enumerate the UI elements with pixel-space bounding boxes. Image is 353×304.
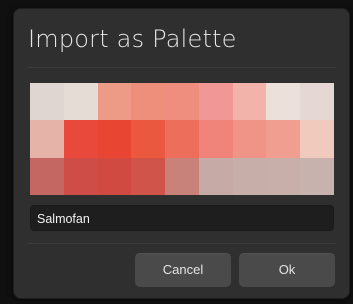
palette-swatch xyxy=(198,157,233,195)
palette-swatch xyxy=(131,83,166,121)
palette-swatch xyxy=(30,157,64,195)
palette-swatch xyxy=(232,120,267,158)
button-divider xyxy=(28,243,336,244)
palette-swatch xyxy=(30,83,64,121)
palette-swatch xyxy=(131,120,166,158)
palette-swatch xyxy=(300,157,334,195)
import-palette-dialog: Import as Palette Salmofan Cancel Ok xyxy=(13,8,350,299)
palette-swatch xyxy=(165,83,199,121)
palette-swatch xyxy=(131,157,166,195)
ok-button[interactable]: Ok xyxy=(239,253,335,287)
palette-swatch xyxy=(198,120,233,158)
palette-swatch xyxy=(300,83,334,121)
palette-swatch xyxy=(232,83,267,121)
palette-swatch xyxy=(63,120,98,158)
palette-preview xyxy=(30,83,334,195)
palette-swatch xyxy=(266,157,301,195)
palette-swatch xyxy=(97,120,132,158)
palette-swatch xyxy=(63,83,98,121)
palette-swatch xyxy=(30,120,64,158)
title-divider xyxy=(28,67,336,68)
palette-swatch xyxy=(63,157,98,195)
palette-swatch xyxy=(232,157,267,195)
palette-swatch xyxy=(97,83,132,121)
palette-swatch xyxy=(97,157,132,195)
palette-swatch xyxy=(266,120,301,158)
palette-name-field[interactable]: Salmofan xyxy=(30,205,334,231)
palette-swatch xyxy=(300,120,334,158)
palette-swatch xyxy=(198,83,233,121)
palette-swatch xyxy=(266,83,301,121)
palette-swatch xyxy=(165,120,199,158)
cancel-button[interactable]: Cancel xyxy=(135,253,231,287)
dialog-title: Import as Palette xyxy=(28,25,237,53)
palette-swatch xyxy=(165,157,199,195)
